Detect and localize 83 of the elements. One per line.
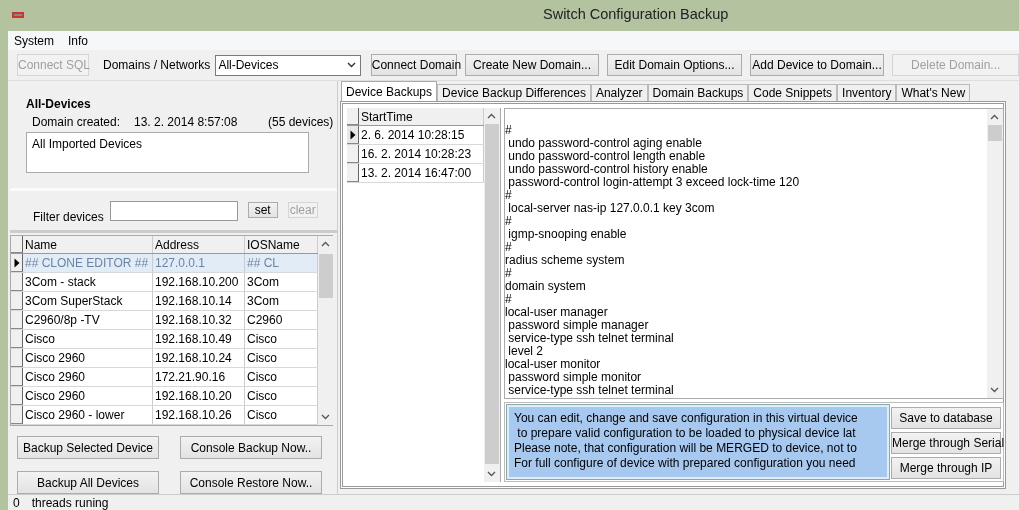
device-count: (55 devices) [268, 115, 334, 129]
code-line: level 2 [507, 345, 544, 358]
button[interactable]: set [247, 202, 278, 219]
table-row[interactable]: 3Com SuperStack 192.168.10.14 3Com [11, 292, 318, 311]
button[interactable]: Create New Domain... [464, 54, 600, 76]
code-line: # [505, 124, 513, 137]
table-cell: Cisco 2960 - lower [23, 406, 153, 424]
table-cell: Cisco 2960 [23, 368, 153, 386]
table-cell: C2960/8p -TV [23, 311, 153, 329]
table-cell: ## CLONE EDITOR ## [23, 254, 153, 272]
table-row[interactable]: 3Com - stack 192.168.10.200 3Com [11, 273, 318, 292]
created-date: 13. 2. 2014 8:57:08 [134, 115, 239, 129]
domains-label: Domains / Networks [103, 58, 211, 72]
code-line: # [505, 241, 512, 254]
code-line: password simple manager [507, 319, 650, 332]
code-line: service-type ssh telnet terminal [507, 384, 675, 397]
code-line: local-user manager [505, 306, 609, 319]
created-label: Domain created: [32, 115, 122, 129]
domain-name: All-Devices [26, 97, 92, 111]
code-line: undo password-control aging enable [507, 137, 703, 150]
code-line: service-type ssh telnet terminal [507, 332, 675, 345]
info-note: You can edit, change and save configuration in this virtual device to prepare valid configuration to be loaded to physical device lat Please note, that configuration will be MERGED to device, not to For full configure of device with prepared configuration you need [507, 405, 889, 479]
domain-dropdown[interactable]: All-Devices [215, 54, 361, 76]
table-row[interactable]: ## CLONE EDITOR ## 127.0.0.1 ## CL [11, 254, 318, 273]
column-header[interactable]: Name [23, 236, 153, 253]
tab[interactable]: Inventory [837, 84, 897, 101]
table-cell: 127.0.0.1 [153, 254, 245, 272]
column-header[interactable]: StartTime [359, 108, 484, 125]
code-line: igmp-snooping enable [507, 228, 628, 241]
code-line: local-server nas-ip 127.0.0.1 key 3com [507, 202, 716, 215]
table-cell: 192.168.10.20 [153, 387, 245, 405]
code-line: password simple monitor [507, 371, 643, 384]
button[interactable]: Console Backup Now.. [180, 436, 322, 459]
button[interactable]: Backup Selected Device [17, 436, 159, 459]
tab[interactable]: Domain Backups [647, 84, 749, 101]
code-line: # [505, 215, 513, 228]
menu-item[interactable]: Info [68, 33, 89, 48]
table-row[interactable]: Cisco 2960 192.168.10.20 Cisco [11, 387, 318, 406]
column-header[interactable]: Address [153, 236, 245, 253]
code-line: undo password-control history enable [507, 163, 709, 176]
button[interactable]: Save to database [891, 407, 1001, 429]
table-cell: 192.168.10.24 [153, 349, 245, 367]
table-cell: 192.168.10.200 [153, 273, 245, 291]
filter-label: Filter devices [33, 210, 104, 225]
code-line: # [505, 267, 513, 280]
window-title: Switch Configuration Backup [543, 6, 729, 22]
tab[interactable]: What's New [896, 84, 971, 101]
button[interactable]: Merge through IP [891, 457, 1001, 479]
code-line: undo password-control length enable [507, 150, 707, 163]
menu-item[interactable]: System [14, 33, 54, 48]
code-line: password-control login-attempt 3 exceed lock-time 120 [507, 176, 801, 189]
tab[interactable]: Analyzer [590, 84, 648, 101]
table-cell: 172.21.90.16 [153, 368, 245, 386]
button[interactable]: Console Restore Now.. [180, 471, 322, 494]
table-cell: 192.168.10.14 [153, 292, 245, 310]
table-cell: 3Com SuperStack [23, 292, 153, 310]
tab[interactable]: Device Backups [341, 81, 438, 101]
description-field[interactable]: All Imported Devices [26, 132, 309, 173]
tab[interactable]: Device Backup Differences [437, 84, 591, 101]
code-line: # [505, 189, 512, 202]
tab[interactable]: Code Snippets [748, 84, 838, 101]
code-line: # [505, 293, 513, 306]
button[interactable]: Edit Domain Options... [607, 54, 742, 76]
button[interactable]: Backup All Devices [17, 471, 159, 494]
table-row[interactable]: Cisco 192.168.10.49 Cisco [11, 330, 318, 349]
table-row[interactable]: Cisco 2960 192.168.10.24 Cisco [11, 349, 318, 368]
table-cell: 192.168.10.32 [153, 311, 245, 329]
table-cell: Cisco 2960 [23, 387, 153, 405]
code-line: domain system [505, 280, 587, 293]
table-cell: 192.168.10.26 [153, 406, 245, 424]
table-cell: 3Com - stack [23, 273, 153, 291]
table-cell: Cisco 2960 [23, 349, 153, 367]
table-cell: 192.168.10.49 [153, 330, 245, 348]
button[interactable]: Add Device to Domain... [749, 54, 885, 76]
table-row[interactable]: C2960/8p -TV 192.168.10.32 C2960 [11, 311, 318, 330]
code-line: local-user monitor [505, 358, 602, 371]
table-cell: Cisco [23, 330, 153, 348]
status-text: threads runing [31, 495, 109, 510]
table-row[interactable]: Cisco 2960 - lower 192.168.10.26 Cisco [11, 406, 318, 425]
code-line: radius scheme system [505, 254, 626, 267]
table-row[interactable]: Cisco 2960 172.21.90.16 Cisco [11, 368, 318, 387]
thread-count: 0 [13, 495, 20, 510]
column-header[interactable]: IOSName [245, 236, 318, 253]
